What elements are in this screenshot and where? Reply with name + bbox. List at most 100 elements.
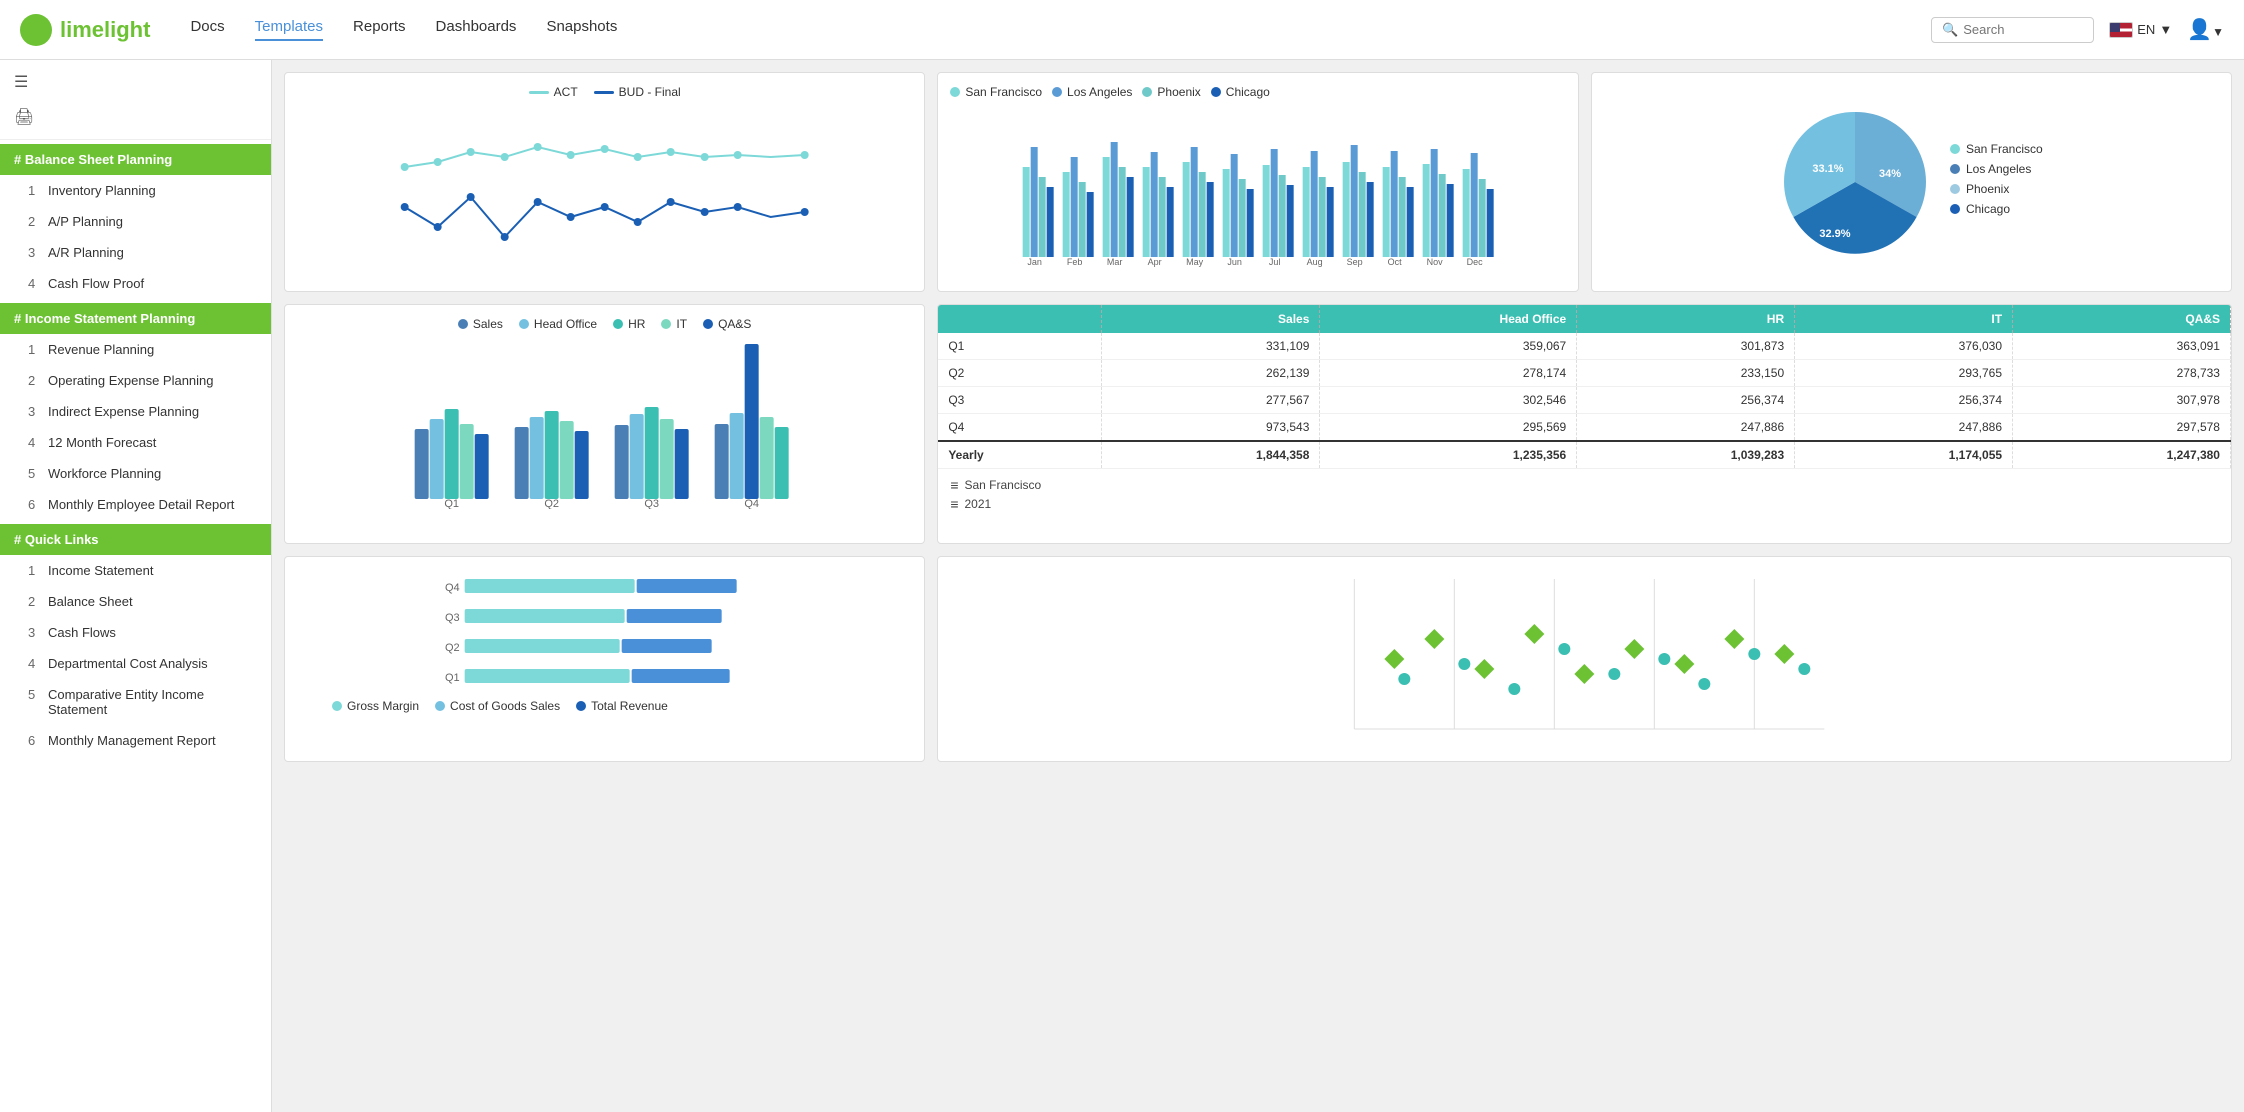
sidebar-item-cash-flow-proof[interactable]: 4 Cash Flow Proof bbox=[0, 268, 271, 299]
item-num: 1 bbox=[28, 342, 44, 357]
nav-reports[interactable]: Reports bbox=[353, 18, 406, 41]
quick-links-section-header: # Quick Links bbox=[0, 524, 271, 555]
cell-q3-hr: 256,374 bbox=[1577, 387, 1795, 414]
legend-bud-color bbox=[594, 91, 614, 94]
header-right: 🔍 EN ▼ 👤▼ bbox=[1931, 17, 2224, 43]
nav-docs[interactable]: Docs bbox=[190, 18, 224, 41]
logo-icon bbox=[20, 14, 52, 46]
row-label-q1: Q1 bbox=[938, 333, 1102, 360]
svg-text:Jul: Jul bbox=[1269, 257, 1281, 267]
search-input[interactable] bbox=[1963, 22, 2083, 37]
nav-dashboards[interactable]: Dashboards bbox=[436, 18, 517, 41]
language-selector[interactable]: EN ▼ bbox=[2109, 22, 2172, 38]
svg-text:Jun: Jun bbox=[1228, 257, 1243, 267]
cell-q1-sales: 331,109 bbox=[1102, 333, 1320, 360]
pie-label-sf: San Francisco bbox=[1966, 142, 2043, 156]
table-footer-sf: ≡ San Francisco bbox=[950, 477, 2219, 493]
cell-yearly-qas: 1,247,380 bbox=[2013, 441, 2231, 469]
lang-chevron-icon: ▼ bbox=[2159, 22, 2172, 37]
sidebar-item-12-month-forecast[interactable]: 4 12 Month Forecast bbox=[0, 427, 271, 458]
svg-text:Q2: Q2 bbox=[544, 498, 559, 509]
pie-wrapper: 34% 32.9% 33.1% San Francisco Los Angele… bbox=[1780, 107, 2043, 257]
svg-text:Q2: Q2 bbox=[445, 642, 460, 654]
svg-text:Apr: Apr bbox=[1148, 257, 1162, 267]
logo[interactable]: limelight bbox=[20, 14, 150, 46]
sidebar-item-ar-planning[interactable]: 3 A/R Planning bbox=[0, 237, 271, 268]
pie-legend-sf: San Francisco bbox=[1950, 142, 2043, 156]
legend-phx: Phoenix bbox=[1142, 85, 1200, 99]
monthly-bar-chart-card: San Francisco Los Angeles Phoenix Chicag… bbox=[937, 72, 1578, 292]
legend-bud: BUD - Final bbox=[594, 85, 681, 99]
monthly-bar-svg: Jan Feb Mar Apr May Jun Jul Aug Sep Oct … bbox=[950, 107, 1565, 267]
item-label: 12 Month Forecast bbox=[48, 435, 156, 450]
legend-act-label: ACT bbox=[554, 85, 578, 99]
legend-phx-color bbox=[1142, 87, 1152, 97]
table-row: Q3 277,567 302,546 256,374 256,374 307,9… bbox=[938, 387, 2230, 414]
legend-qas: QA&S bbox=[703, 317, 751, 331]
line-chart-card: ACT BUD - Final bbox=[284, 72, 925, 292]
horizontal-bar-legend: Gross Margin Cost of Goods Sales Total R… bbox=[297, 699, 912, 713]
line-chart-svg bbox=[297, 107, 912, 267]
cell-q2-it: 293,765 bbox=[1795, 360, 2013, 387]
dot-gross-margin bbox=[332, 701, 342, 711]
hamburger-icon[interactable]: ☰ bbox=[14, 72, 257, 92]
list-icon-year: ≡ bbox=[950, 496, 958, 512]
item-num: 4 bbox=[28, 435, 44, 450]
pie-label-chi: Chicago bbox=[1966, 202, 2010, 216]
label-qas: QA&S bbox=[718, 317, 751, 331]
item-num: 6 bbox=[28, 497, 44, 512]
sidebar-item-income-statement[interactable]: 1 Income Statement bbox=[0, 555, 271, 586]
col-header-it: IT bbox=[1795, 305, 2013, 333]
user-menu[interactable]: 👤▼ bbox=[2187, 17, 2224, 42]
sidebar-item-monthly-management[interactable]: 6 Monthly Management Report bbox=[0, 725, 271, 756]
item-num: 3 bbox=[28, 625, 44, 640]
nav-snapshots[interactable]: Snapshots bbox=[546, 18, 617, 41]
svg-text:Q3: Q3 bbox=[644, 498, 659, 509]
legend-la-label: Los Angeles bbox=[1067, 85, 1132, 99]
item-label: Inventory Planning bbox=[48, 183, 156, 198]
cell-q1-it: 376,030 bbox=[1795, 333, 2013, 360]
sidebar-item-workforce-planning[interactable]: 5 Workforce Planning bbox=[0, 458, 271, 489]
cell-yearly-hr: 1,039,283 bbox=[1577, 441, 1795, 469]
print-icon[interactable]: 🖨 bbox=[14, 107, 257, 127]
cell-yearly-ho: 1,235,356 bbox=[1320, 441, 1577, 469]
balance-sheet-section-header: # Balance Sheet Planning bbox=[0, 144, 271, 175]
row-label-q3: Q3 bbox=[938, 387, 1102, 414]
sidebar-item-monthly-employee[interactable]: 6 Monthly Employee Detail Report bbox=[0, 489, 271, 520]
sidebar-item-balance-sheet[interactable]: 2 Balance Sheet bbox=[0, 586, 271, 617]
dot-cogs bbox=[435, 701, 445, 711]
sidebar-item-inventory-planning[interactable]: 1 Inventory Planning bbox=[0, 175, 271, 206]
legend-hr: HR bbox=[613, 317, 645, 331]
sidebar-item-indirect-expense[interactable]: 3 Indirect Expense Planning bbox=[0, 396, 271, 427]
list-icon-sf: ≡ bbox=[950, 477, 958, 493]
svg-text:Q4: Q4 bbox=[445, 582, 460, 594]
label-cogs: Cost of Goods Sales bbox=[450, 699, 560, 713]
item-num: 5 bbox=[28, 687, 44, 702]
item-num: 3 bbox=[28, 245, 44, 260]
nav-templates[interactable]: Templates bbox=[255, 18, 323, 41]
sidebar-item-departmental-cost[interactable]: 4 Departmental Cost Analysis bbox=[0, 648, 271, 679]
sidebar-item-revenue-planning[interactable]: 1 Revenue Planning bbox=[0, 334, 271, 365]
cell-q4-it: 247,886 bbox=[1795, 414, 2013, 442]
table-row: Q2 262,139 278,174 233,150 293,765 278,7… bbox=[938, 360, 2230, 387]
sidebar-item-comparative-entity[interactable]: 5 Comparative Entity Income Statement bbox=[0, 679, 271, 725]
svg-text:Sep: Sep bbox=[1347, 257, 1363, 267]
sidebar-item-operating-expense[interactable]: 2 Operating Expense Planning bbox=[0, 365, 271, 396]
item-num: 6 bbox=[28, 733, 44, 748]
legend-sales: Sales bbox=[458, 317, 503, 331]
app-header: limelight Docs Templates Reports Dashboa… bbox=[0, 0, 2244, 60]
svg-text:Nov: Nov bbox=[1427, 257, 1444, 267]
item-num: 2 bbox=[28, 594, 44, 609]
label-hr: HR bbox=[628, 317, 645, 331]
app-layout: ☰ 🖨 # Balance Sheet Planning 1 Inventory… bbox=[0, 60, 2244, 1112]
legend-sf: San Francisco bbox=[950, 85, 1042, 99]
sidebar-item-cash-flows[interactable]: 3 Cash Flows bbox=[0, 617, 271, 648]
search-box[interactable]: 🔍 bbox=[1931, 17, 2094, 43]
line-chart-legend: ACT BUD - Final bbox=[297, 85, 912, 99]
svg-text:Feb: Feb bbox=[1067, 257, 1083, 267]
sidebar-item-ap-planning[interactable]: 2 A/P Planning bbox=[0, 206, 271, 237]
svg-text:Aug: Aug bbox=[1307, 257, 1323, 267]
footer-year-label: 2021 bbox=[965, 497, 992, 511]
cell-q2-qas: 278,733 bbox=[2013, 360, 2231, 387]
table-footer-year: ≡ 2021 bbox=[950, 496, 2219, 512]
